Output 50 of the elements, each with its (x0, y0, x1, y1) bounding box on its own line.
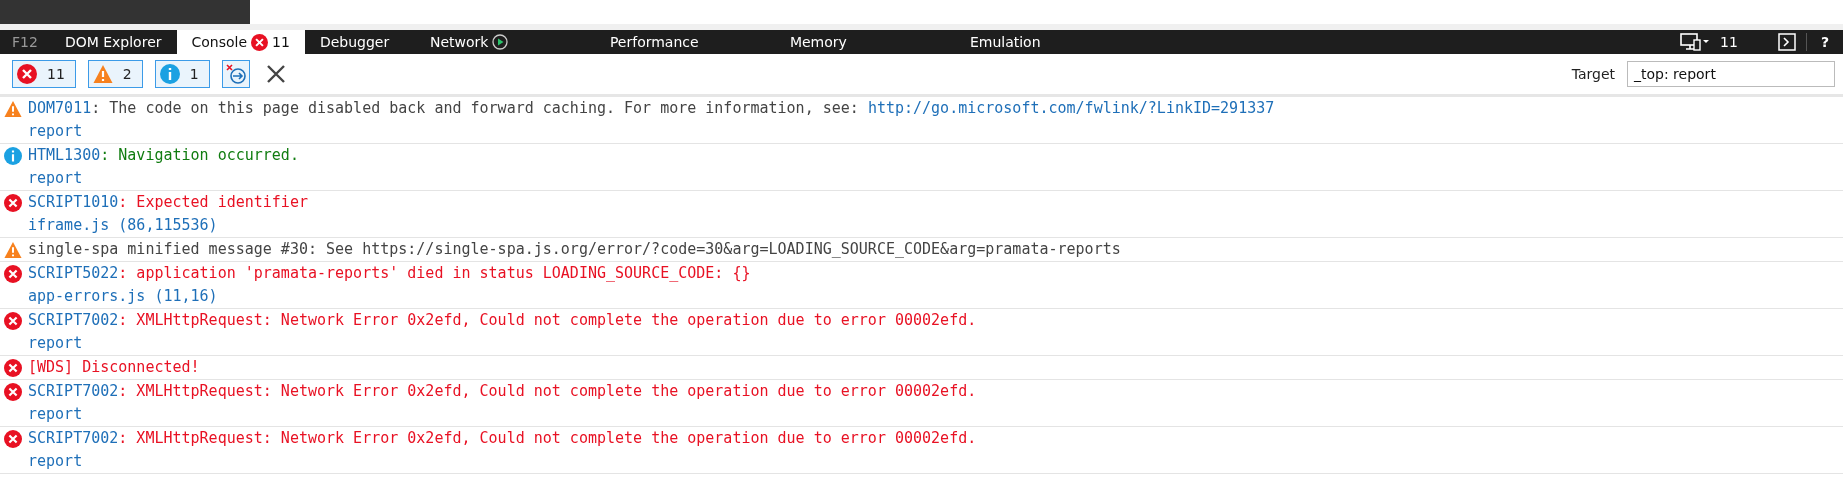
source-link[interactable]: report (28, 120, 83, 143)
message-link[interactable]: http://go.microsoft.com/fwlink/?LinkID=291337 (867, 99, 1275, 117)
error-icon (4, 265, 22, 283)
tab[interactable]: Debugger (304, 30, 415, 54)
source-link[interactable]: report (28, 403, 83, 426)
play-icon (492, 34, 509, 50)
tab[interactable]: Emulation (954, 30, 1135, 54)
error-icon (4, 383, 22, 401)
tab[interactable]: Memory (774, 30, 955, 54)
error-icon (4, 312, 22, 330)
source-link[interactable]: iframe.js (86,115536) (28, 214, 218, 237)
devices-icon[interactable] (1680, 33, 1711, 51)
error-icon (4, 194, 22, 212)
console-message: [WDS] Disconnected! (28, 357, 200, 378)
filter-button[interactable]: 2 (87, 60, 143, 88)
source-link[interactable]: report (28, 167, 83, 190)
target-select[interactable]: _top: report (1627, 61, 1835, 87)
console-message: single-spa minified message #30: See https://single-spa.js.org/error/?code=30&arg=LOADING_SOURCE_CODE&arg=pramata-reports (28, 239, 1121, 260)
info-icon (4, 147, 22, 165)
error-icon (17, 64, 37, 84)
filter-button[interactable]: 11 (12, 60, 76, 88)
console-message: DOM7011: The code on this page disabled back and forward caching. For more information, see: http://go.microsoft.com/fwlink/?LinkID=291337 (28, 98, 1275, 119)
error-icon (251, 33, 269, 51)
clear-on-navigate-button[interactable] (221, 60, 250, 88)
tab[interactable]: F12 (0, 30, 50, 54)
emulation-count: 11 (1720, 34, 1738, 50)
console-message: SCRIPT5022: application 'pramata-reports' died in status LOADING_SOURCE_CODE: {} (28, 263, 751, 284)
warning-icon (4, 100, 22, 118)
target-label: Target (1571, 66, 1615, 82)
source-link[interactable]: report (28, 332, 83, 355)
info-icon (159, 64, 180, 84)
error-icon (4, 430, 22, 448)
console-message: SCRIPT7002: XMLHttpRequest: Network Error 0x2efd, Could not complete the operation due to error 00002efd. (28, 428, 977, 449)
error-count: 11 (272, 34, 290, 50)
tab[interactable]: Network (414, 30, 595, 54)
error-icon (4, 359, 22, 377)
tab[interactable]: Performance (594, 30, 775, 54)
tab[interactable]: Console 11 (176, 30, 305, 54)
source-link[interactable]: app-errors.js (11,16) (28, 285, 218, 308)
tab[interactable]: DOM Explorer (49, 30, 177, 54)
console-message: SCRIPT7002: XMLHttpRequest: Network Error 0x2efd, Could not complete the operation due to error 00002efd. (28, 381, 977, 402)
console-message: SCRIPT7002: XMLHttpRequest: Network Error 0x2efd, Could not complete the operation due to error 00002efd. (28, 310, 977, 331)
terminal-icon[interactable] (1777, 33, 1796, 51)
console-message: SCRIPT1010: Expected identifier (28, 192, 308, 213)
console-message: HTML1300: Navigation occurred. (28, 145, 299, 166)
warning-icon (4, 241, 22, 259)
source-link[interactable]: report (28, 450, 83, 473)
help-button[interactable]: ? (1816, 34, 1833, 50)
warning-icon (92, 64, 113, 84)
filter-button[interactable]: 1 (154, 60, 210, 88)
